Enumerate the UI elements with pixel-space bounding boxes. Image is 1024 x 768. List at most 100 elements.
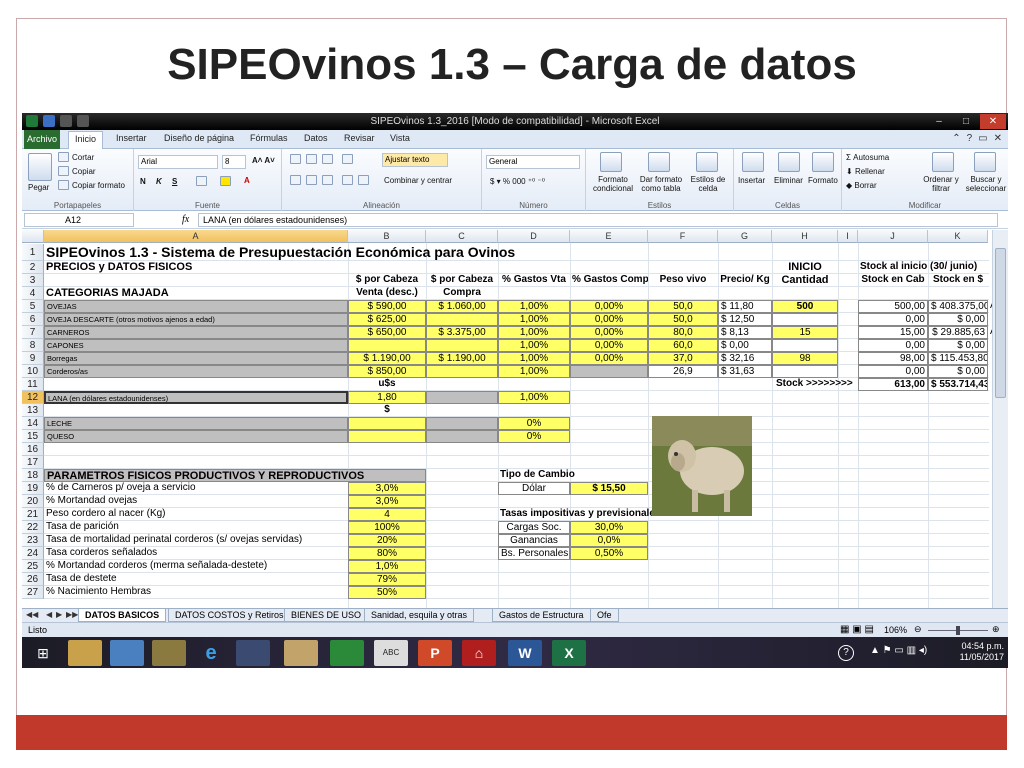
row-header[interactable]: 3 <box>22 274 44 287</box>
price-buy[interactable] <box>426 365 498 378</box>
row-header[interactable]: 16 <box>22 443 44 456</box>
stock-heads[interactable]: 15,00 <box>858 326 928 339</box>
column-header[interactable]: D <box>498 230 570 243</box>
stock-heads[interactable]: 0,00 <box>858 339 928 352</box>
zoom-in-icon[interactable]: ⊕ <box>992 624 1000 635</box>
cut-button[interactable]: Cortar <box>72 153 94 162</box>
spreadsheet-grid[interactable]: A B C D E F G H I J K 1 2 3 4 5 6 7 8 9 10 11 12 13 14 15 16 17 18 19… <box>22 230 1008 608</box>
column-label[interactable]: Stock en $ <box>928 274 988 287</box>
price-sale[interactable]: $ 850,00 <box>348 365 426 378</box>
paste-icon[interactable] <box>28 153 52 181</box>
param-value[interactable]: 20% <box>348 534 426 547</box>
exchange-rate-label[interactable]: Tipo de Cambio <box>498 469 648 482</box>
param-value[interactable]: 79% <box>348 573 426 586</box>
price-sale[interactable]: $ 1.190,00 <box>348 352 426 365</box>
initial-quantity[interactable] <box>772 365 838 378</box>
sheep-photo[interactable] <box>652 416 752 516</box>
column-label[interactable]: Cantidad <box>772 274 838 287</box>
copy-button[interactable]: Copiar <box>72 167 96 176</box>
cheese-expense[interactable]: 0% <box>498 430 570 443</box>
fill-button[interactable]: ⬇ Rellenar <box>846 167 885 176</box>
stock-value[interactable]: $ 0,00 <box>928 339 988 352</box>
sheet-tab[interactable]: DATOS BASICOS <box>78 609 167 622</box>
live-weight[interactable]: 50,0 <box>648 300 718 313</box>
category-name[interactable]: CAPONES <box>44 339 348 352</box>
tab-vista[interactable]: Vista <box>390 133 410 143</box>
tab-diseno-pagina[interactable]: Diseño de página <box>164 133 234 143</box>
library-icon[interactable] <box>152 640 186 666</box>
column-header[interactable]: A <box>44 230 348 243</box>
price-per-kg[interactable]: $ 0,00 <box>718 339 772 352</box>
row-header[interactable]: 20 <box>22 495 44 508</box>
close-button[interactable]: ✕ <box>980 114 1006 129</box>
last-sheet-icon[interactable]: ▶▶ <box>66 610 78 619</box>
price-sale[interactable]: $ 590,00 <box>348 300 426 313</box>
param-label[interactable]: % Mortandad ovejas <box>44 495 348 508</box>
param-value[interactable]: 100% <box>348 521 426 534</box>
delete-cells-button[interactable]: Eliminar <box>774 176 803 185</box>
stock-value[interactable]: $ 408.375,00 <box>928 300 988 313</box>
row-header[interactable]: 14 <box>22 417 44 430</box>
app-icon[interactable]: ABC <box>374 640 408 666</box>
stock-total-heads[interactable]: 613,00 <box>858 378 928 391</box>
stock-heads[interactable]: 0,00 <box>858 313 928 326</box>
live-weight[interactable]: 50,0 <box>648 313 718 326</box>
wrap-text-button[interactable]: Ajustar texto <box>382 153 448 167</box>
row-header[interactable]: 8 <box>22 339 44 352</box>
row-header[interactable]: 9 <box>22 352 44 365</box>
price-sale[interactable]: $ 625,00 <box>348 313 426 326</box>
fill-color-icon[interactable] <box>220 176 231 186</box>
help-icon[interactable]: ? <box>967 133 973 144</box>
restore-icon[interactable]: ▭ <box>978 133 987 144</box>
prev-sheet-icon[interactable]: ◀ <box>46 610 52 619</box>
row-header[interactable]: 22 <box>22 521 44 534</box>
format-painter-button[interactable]: Copiar formato <box>72 181 125 190</box>
word-icon[interactable]: W <box>508 640 542 666</box>
grow-font-icon[interactable]: A˄ A˅ <box>252 156 275 165</box>
price-per-kg[interactable]: $ 12,50 <box>718 313 772 326</box>
number-format-select[interactable]: General <box>486 155 580 169</box>
row-header[interactable]: 7 <box>22 326 44 339</box>
param-label[interactable]: Tasa corderos señalados <box>44 547 348 560</box>
cut-icon[interactable] <box>58 152 69 162</box>
control-panel-icon[interactable] <box>110 640 144 666</box>
delete-cells-icon[interactable] <box>778 152 800 172</box>
param-label[interactable]: % Mortandad corderos (merma señalada-des… <box>44 560 348 573</box>
price-buy[interactable]: $ 1.190,00 <box>426 352 498 365</box>
sale-expense[interactable]: 1,00% <box>498 365 570 378</box>
column-header[interactable]: F <box>648 230 718 243</box>
column-label[interactable]: % Gastos Compra <box>570 274 648 287</box>
row-header[interactable]: 13 <box>22 404 44 417</box>
stock-value[interactable]: $ 115.453,80 <box>928 352 988 365</box>
conditional-format-button[interactable]: Formato condicional <box>590 175 636 193</box>
sheet-tab[interactable]: DATOS COSTOS y Retiros <box>168 609 291 622</box>
currency-usd-label[interactable]: u$s <box>348 378 426 391</box>
row-header[interactable]: 6 <box>22 313 44 326</box>
orientation-icon[interactable] <box>342 154 353 164</box>
milk-price[interactable] <box>348 417 426 430</box>
bold-button[interactable]: N <box>140 177 146 186</box>
price-buy[interactable] <box>426 339 498 352</box>
sheet-tab[interactable]: Sanidad, esquila y otras <box>364 609 475 622</box>
category-name[interactable]: OVEJAS <box>44 300 348 313</box>
clear-button[interactable]: ◆ Borrar <box>846 181 877 190</box>
sheet-tab[interactable]: BIENES DE USO <box>284 609 369 622</box>
internet-explorer-icon[interactable]: e <box>194 640 228 666</box>
column-header[interactable]: B <box>348 230 426 243</box>
stock-total-label[interactable]: Stock >>>>>>>> <box>774 378 860 391</box>
format-table-button[interactable]: Dar formato como tabla <box>638 175 684 193</box>
next-sheet-icon[interactable]: ▶ <box>56 610 62 619</box>
minimize-button[interactable]: – <box>926 114 952 129</box>
initial-quantity[interactable]: 500 <box>772 300 838 313</box>
row-header[interactable]: 23 <box>22 534 44 547</box>
buy-expense[interactable]: 0,00% <box>570 300 648 313</box>
section-title[interactable]: PRECIOS y DATOS FISICOS <box>44 261 426 274</box>
column-header[interactable]: J <box>858 230 928 243</box>
sheet-tab[interactable]: Ofe <box>590 609 619 622</box>
buy-expense[interactable]: 0,00% <box>570 326 648 339</box>
stock-heads[interactable]: 500,00 <box>858 300 928 313</box>
category-name[interactable]: Corderos/as <box>44 365 348 378</box>
currency-peso-label[interactable]: $ <box>348 404 426 417</box>
column-label[interactable]: Precio/ Kg <box>718 274 772 287</box>
column-label[interactable]: $ por Cabeza <box>348 274 426 287</box>
